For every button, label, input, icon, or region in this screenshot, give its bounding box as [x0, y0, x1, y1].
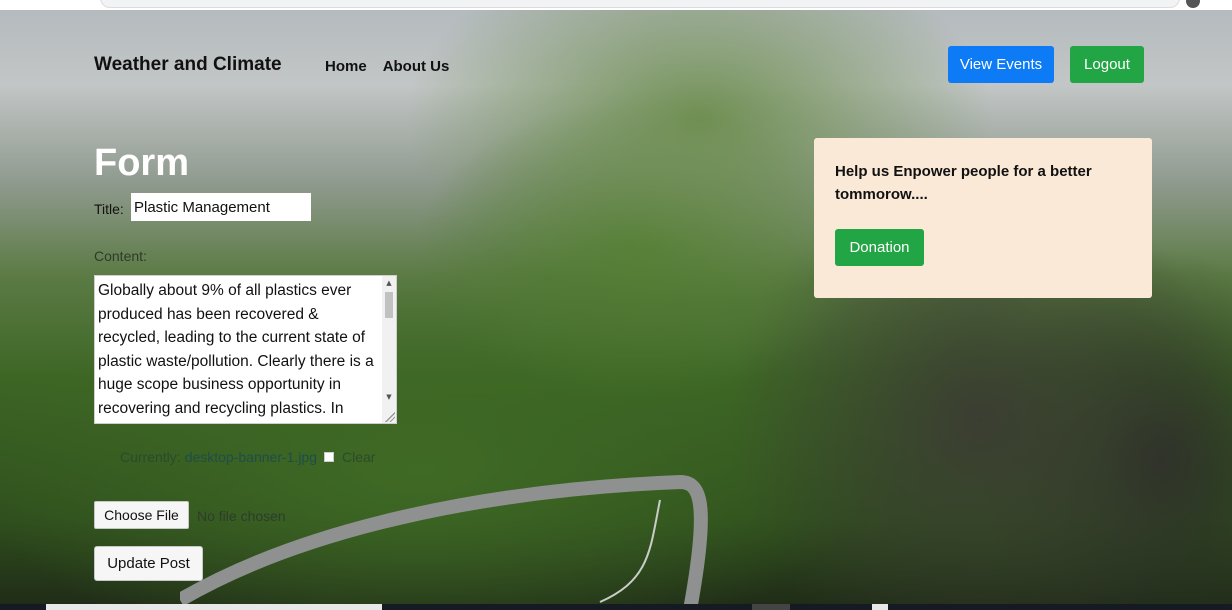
nav-link-about-us[interactable]: About Us	[383, 58, 450, 75]
donation-message: Help us Enpower people for a better tomm…	[835, 163, 1092, 203]
main-nav: Home About Us	[325, 58, 449, 75]
nav-link-home[interactable]: Home	[325, 58, 367, 75]
taskbar-app-icon[interactable]	[872, 604, 888, 610]
content-textarea[interactable]: Globally about 9% of all plastics ever p…	[94, 275, 397, 424]
textarea-scrollbar[interactable]: ▲ ▼	[382, 276, 396, 423]
clear-image-label: Clear	[342, 449, 376, 465]
resize-grip-icon[interactable]	[385, 412, 395, 422]
update-post-button[interactable]: Update Post	[94, 546, 203, 581]
current-image-row: Currently: desktop-banner-1.jpg Clear	[120, 449, 375, 465]
taskbar-search-box[interactable]	[46, 604, 382, 610]
os-taskbar	[0, 604, 1232, 610]
brand-logo-text[interactable]: Weather and Climate	[94, 54, 282, 76]
view-events-button[interactable]: View Events	[948, 46, 1054, 83]
address-bar[interactable]	[100, 0, 1180, 8]
browser-toolbar-strip	[0, 0, 1232, 10]
title-input[interactable]	[131, 193, 311, 221]
donation-button[interactable]: Donation	[835, 229, 924, 266]
background-road-illustration	[180, 474, 708, 610]
content-label: Content:	[94, 248, 147, 264]
clear-image-checkbox[interactable]	[324, 452, 334, 462]
profile-avatar[interactable]	[1186, 0, 1200, 8]
no-file-chosen-text: No file chosen	[197, 508, 286, 524]
content-textarea-text[interactable]: Globally about 9% of all plastics ever p…	[98, 279, 378, 420]
choose-file-button[interactable]: Choose File	[94, 501, 189, 529]
scrollbar-thumb[interactable]	[385, 292, 393, 318]
taskbar-app-icon[interactable]	[752, 604, 790, 610]
title-label: Title:	[94, 201, 124, 217]
form-heading: Form	[94, 142, 189, 184]
scroll-up-arrow-icon[interactable]: ▲	[384, 278, 394, 288]
logout-button[interactable]: Logout	[1070, 46, 1144, 83]
scroll-down-arrow-icon[interactable]: ▼	[384, 392, 394, 402]
donation-card: Help us Enpower people for a better tomm…	[814, 138, 1152, 298]
current-file-link[interactable]: desktop-banner-1.jpg	[185, 449, 317, 465]
currently-label: Currently:	[120, 449, 181, 465]
